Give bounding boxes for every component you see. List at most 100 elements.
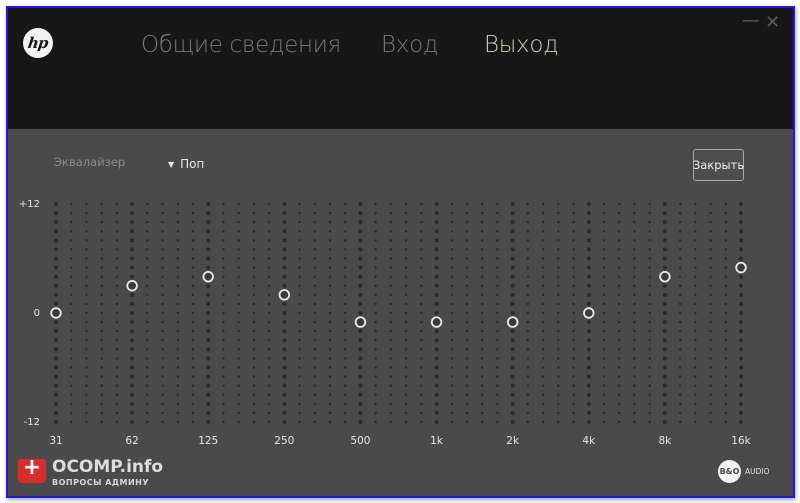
grid-dot-major (282, 320, 287, 325)
grid-dot-major (586, 320, 591, 325)
grid-dot-minor (344, 339, 347, 342)
grid-dot-minor (374, 211, 377, 215)
grid-dot-minor (161, 266, 164, 269)
grid-dot-major (206, 320, 211, 325)
grid-dot-minor (541, 230, 545, 233)
grid-dot-minor (678, 329, 682, 333)
grid-dot-minor (541, 302, 545, 306)
grid-dot-minor (252, 220, 256, 224)
grid-dot-major (739, 320, 743, 325)
grid-dot-minor (267, 348, 271, 351)
grid-dot-major (358, 365, 363, 370)
band-slider-handle-31[interactable] (50, 307, 62, 319)
grid-dot-minor (557, 248, 560, 251)
grid-dot-minor (161, 320, 164, 324)
grid-dot-minor (572, 329, 575, 333)
grid-dot-minor (450, 202, 453, 206)
grid-dot-minor (678, 402, 682, 406)
band-slider-handle-62[interactable] (126, 280, 138, 292)
grid-dot-minor (465, 293, 469, 297)
grid-dot-minor (450, 302, 453, 306)
grid-dot-major (358, 220, 363, 225)
grid-dot-minor (465, 302, 469, 306)
band-slider-handle-250[interactable] (278, 289, 291, 301)
grid-dot-minor (85, 257, 88, 260)
grid-dot-minor (313, 339, 316, 342)
grid-dot-minor (115, 275, 119, 278)
grid-dot-minor (374, 257, 377, 260)
grid-dot-minor (115, 402, 119, 406)
grid-dot-minor (526, 320, 530, 324)
grid-dot-minor (344, 239, 347, 242)
grid-dot-major (282, 247, 287, 252)
grid-dot-minor (252, 320, 256, 324)
grid-dot-minor (252, 257, 256, 260)
band-slider-handle-8k[interactable] (659, 270, 671, 283)
grid-dot-major (739, 238, 743, 243)
grid-dot-minor (648, 357, 651, 360)
grid-dot-minor (465, 366, 469, 369)
grid-dot-minor (252, 339, 256, 342)
grid-dot-minor (481, 311, 484, 315)
grid-dot-minor (161, 211, 164, 215)
grid-dot-major (739, 374, 743, 379)
grid-dot-minor (557, 402, 560, 406)
grid-dot-minor (404, 248, 408, 251)
band-slider-handle-125[interactable] (202, 270, 214, 283)
grid-dot-minor (389, 220, 393, 224)
grid-dot-minor (328, 384, 332, 387)
grid-dot-minor (313, 230, 316, 233)
grid-dot-major (358, 274, 363, 279)
band-label-62: 62 (125, 435, 139, 447)
grid-dot-minor (237, 275, 240, 278)
grid-dot-minor (648, 211, 651, 215)
grid-dot-major (358, 283, 363, 288)
grid-dot-minor (694, 411, 697, 415)
grid-dot-minor (465, 266, 469, 269)
grid-dot-minor (724, 211, 727, 215)
grid-dot-minor (374, 357, 377, 360)
grid-dot-minor (222, 420, 225, 424)
grid-dot-minor (465, 257, 469, 260)
band-slider-handle-500[interactable] (354, 316, 367, 328)
grid-dot-minor (176, 402, 179, 406)
grid-dot-minor (298, 402, 301, 406)
grid-dot-major (358, 420, 363, 424)
grid-dot-minor (709, 384, 712, 387)
equalizer-grid (50, 202, 747, 424)
grid-dot-minor (496, 211, 499, 215)
grid-dot-minor (100, 339, 103, 342)
grid-dot-major (662, 410, 667, 415)
band-slider-handle-2k[interactable] (506, 316, 519, 328)
grid-dot-minor (100, 284, 103, 287)
grid-dot-minor (541, 284, 545, 287)
grid-dot-minor (115, 239, 119, 242)
grid-dot-minor (328, 230, 332, 233)
grid-dot-minor (648, 339, 651, 342)
grid-dot-minor (222, 384, 225, 387)
grid-dot-minor (161, 202, 164, 206)
grid-dot-minor (252, 284, 256, 287)
grid-dot-minor (176, 284, 179, 287)
grid-dot-minor (237, 257, 240, 260)
grid-dot-minor (252, 311, 256, 315)
grid-dot-minor (344, 411, 347, 415)
grid-dot-minor (70, 384, 73, 387)
grid-dot-minor (709, 357, 712, 360)
grid-dot-major (434, 256, 439, 261)
grid-dot-minor (602, 311, 606, 315)
grid-dot-minor (420, 211, 423, 215)
grid-dot-major (358, 329, 363, 334)
grid-dot-major (586, 365, 591, 370)
band-slider-handle-4k[interactable] (583, 307, 595, 319)
grid-dot-major (739, 392, 743, 397)
grid-dot-minor (465, 202, 469, 206)
grid-dot-minor (70, 284, 73, 287)
grid-dot-major (130, 374, 135, 379)
grid-dot-minor (222, 230, 225, 233)
band-slider-handle-16k[interactable] (735, 261, 747, 274)
band-slider-handle-1k[interactable] (430, 316, 443, 328)
grid-dot-minor (85, 302, 88, 306)
grid-dot-minor (115, 248, 119, 251)
grid-dot-minor (450, 275, 453, 278)
